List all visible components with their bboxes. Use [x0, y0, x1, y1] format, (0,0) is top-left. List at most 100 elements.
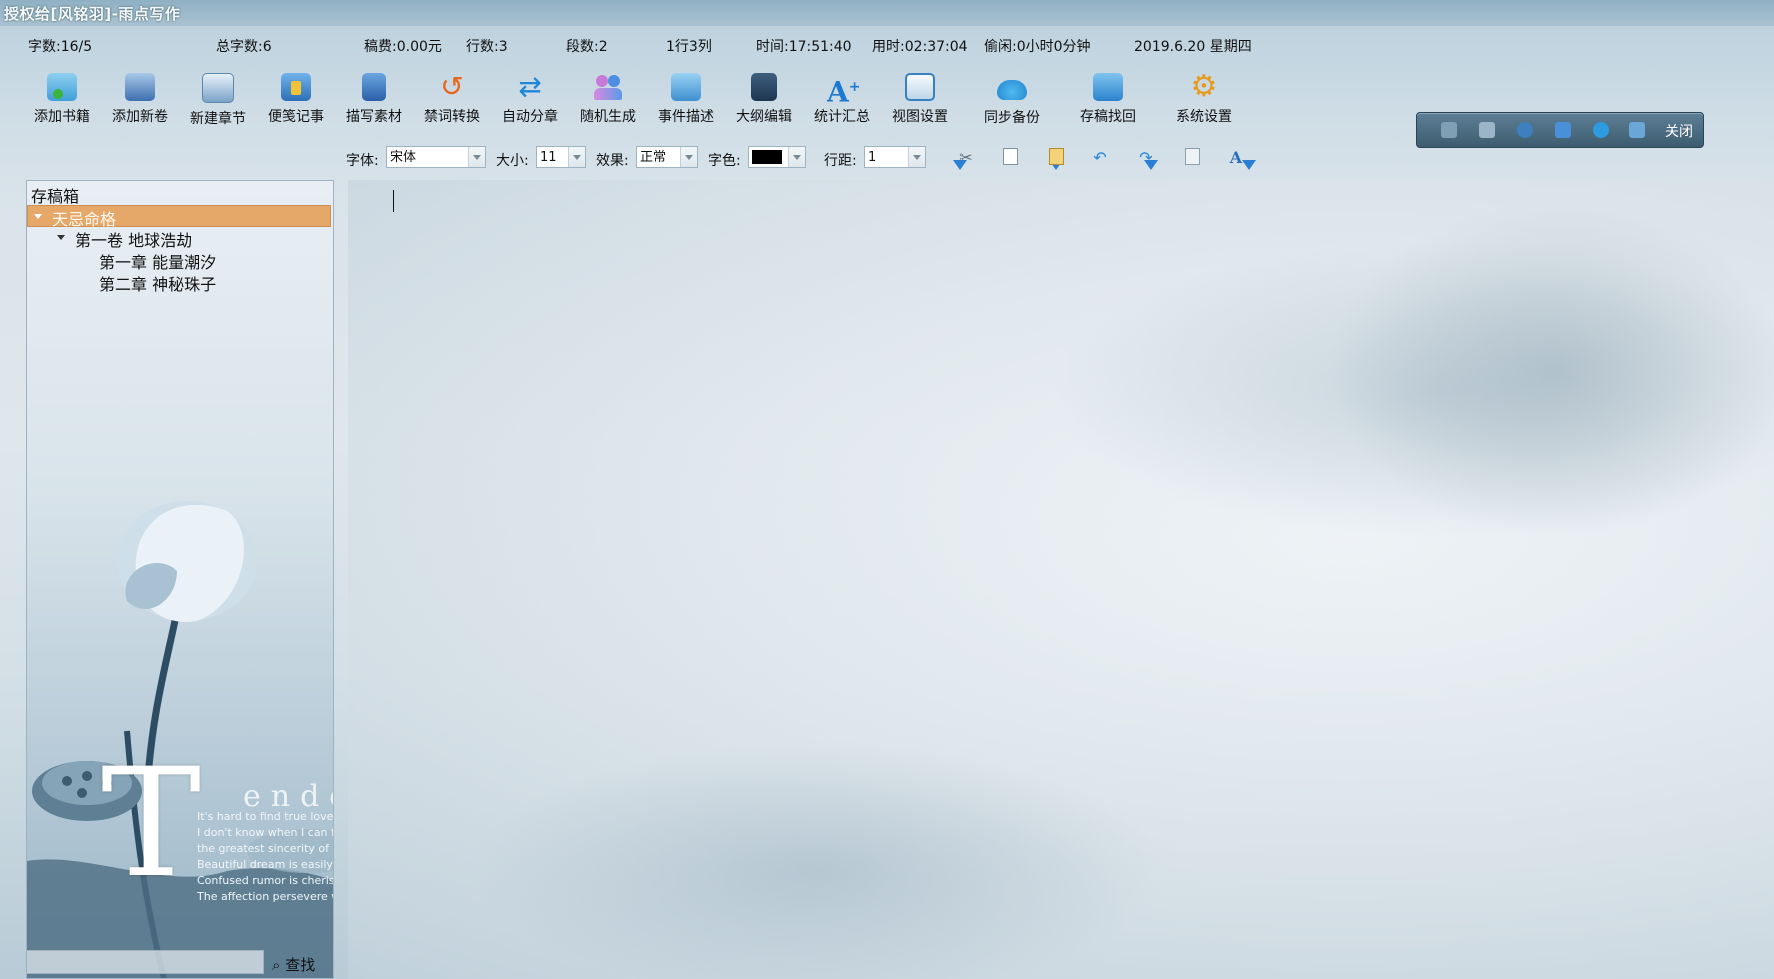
browser-icon[interactable] [1517, 122, 1533, 138]
undo-icon[interactable]: ↶ [1090, 148, 1110, 168]
sync-arrows-icon: ⇄ [518, 70, 542, 103]
chevron-down-icon [680, 147, 697, 167]
font-label: 字体: [346, 153, 379, 169]
gear-icon: ⚙ [1190, 69, 1218, 104]
search-button[interactable]: ⌕ 查找 [272, 954, 315, 975]
chevron-down-icon [568, 147, 585, 167]
settings-circle-icon[interactable] [1593, 122, 1609, 138]
auto-split-chapter-button[interactable]: ⇄ 自动分章 [494, 70, 566, 130]
size-select[interactable]: 11 [536, 146, 586, 168]
search-icon: ⌕ [272, 956, 281, 974]
chapter-title: 第一章 能量潮汐 [99, 253, 217, 272]
spacing-value: 1 [868, 150, 877, 165]
font-select[interactable]: 宋体 [386, 146, 486, 168]
poem-line: Confused rumor is cherished more. [197, 874, 334, 887]
outline-edit-button[interactable]: 大纲编辑 [728, 70, 800, 130]
add-volume-button[interactable]: 添加新卷 [104, 70, 176, 130]
document-format-icon[interactable] [1182, 148, 1202, 168]
new-chapter-icon [202, 73, 234, 103]
text-cursor [393, 190, 394, 212]
effect-select[interactable]: 正常 [636, 146, 698, 168]
volume-add-icon [125, 73, 155, 101]
add-book-button[interactable]: 添加书籍 [26, 70, 98, 130]
color-swatch [752, 150, 782, 164]
statistics-button[interactable]: A+ 统计汇总 [806, 70, 878, 130]
format-toolbar: 字体: 宋体 大小: 11 效果: 正常 字色: 行距: 1 ✂ ↶ ↷ A [340, 146, 1260, 172]
word-count: 字数:16/5 [28, 39, 93, 55]
lock-icon[interactable] [1629, 122, 1645, 138]
outline-book-icon [751, 73, 777, 101]
font-stats-icon: A+ [827, 75, 861, 109]
tree-item-book[interactable]: 天忌命格 [27, 205, 331, 229]
poem-line: the greatest sincerity of love in the vi… [197, 842, 333, 855]
description-material-button[interactable]: 描写素材 [338, 70, 410, 130]
cloud-sync-icon [997, 80, 1027, 100]
poem-line: The affection persevere with painfully a… [197, 890, 333, 903]
font-style-icon[interactable]: A [1226, 148, 1246, 168]
date: 2019.6.20 星期四 [1134, 39, 1252, 55]
line-spacing-select[interactable]: 1 [864, 146, 926, 168]
color-label: 字色: [708, 153, 741, 169]
sync-backup-button[interactable]: 同步备份 [976, 70, 1048, 130]
size-value: 11 [540, 150, 557, 165]
music-icon[interactable] [1555, 122, 1571, 138]
fee: 稿费:0.00元 [364, 39, 442, 55]
background-trees [1328, 200, 1774, 540]
view-window-icon [905, 73, 935, 101]
notepad-icon [281, 73, 311, 101]
chevron-down-icon [788, 147, 805, 167]
search-input[interactable] [26, 950, 264, 974]
font-value: 宋体 [390, 150, 417, 165]
poem-line: Beautiful dream is easily broken. [197, 858, 333, 871]
undo-arrow-icon: ↺ [440, 70, 464, 103]
size-label: 大小: [496, 153, 529, 169]
line-count: 行数:3 [466, 39, 508, 55]
status-bar: 字数:16/5 总字数:6 稿费:0.00元 行数:3 段数:2 1行3列 时间… [0, 36, 1774, 58]
volume-icon[interactable] [1441, 122, 1457, 138]
copy-icon[interactable] [1000, 148, 1020, 168]
close-button[interactable]: 关闭 [1665, 121, 1693, 141]
document-icon[interactable] [1479, 122, 1495, 138]
event-description-button[interactable]: 事件描述 [650, 70, 722, 130]
event-folder-icon [671, 73, 701, 101]
recover-draft-button[interactable]: 存稿找回 [1072, 70, 1144, 130]
folder-add-icon [47, 73, 77, 101]
paragraph-count: 段数:2 [566, 39, 608, 55]
recover-folder-icon [1093, 73, 1123, 101]
material-book-icon [362, 73, 386, 101]
spacing-label: 行距: [824, 153, 857, 169]
view-settings-button[interactable]: 视图设置 [884, 70, 956, 130]
title-bar: 授权给[风铭羽]-雨点写作 [0, 0, 1774, 26]
volume-title: 第一卷 地球浩劫 [75, 231, 193, 250]
tree-item-volume[interactable]: 第一卷 地球浩劫 [27, 227, 331, 250]
banned-word-convert-button[interactable]: ↺ 禁词转换 [416, 70, 488, 130]
new-chapter-button[interactable]: 新建章节 [182, 70, 254, 130]
artwork-letter: T [101, 737, 202, 911]
font-color-picker[interactable] [748, 146, 806, 168]
idle-time: 偷闲:0小时0分钟 [984, 39, 1091, 55]
paste-icon[interactable] [1046, 148, 1066, 168]
artwork-poem: It's hard to find true love. I don't kno… [197, 809, 334, 905]
system-settings-button[interactable]: ⚙ 系统设置 [1168, 70, 1240, 130]
expand-arrow-icon[interactable] [34, 214, 42, 219]
cut-icon[interactable]: ✂ [956, 148, 976, 168]
chevron-down-icon [468, 147, 485, 167]
tree-item-chapter[interactable]: 第一章 能量潮汐 [27, 249, 331, 272]
text-editor[interactable] [348, 180, 1774, 979]
expand-arrow-icon[interactable] [57, 235, 65, 240]
people-icon [593, 73, 623, 101]
total-words: 总字数:6 [216, 39, 272, 55]
tree-item-chapter[interactable]: 第二章 神秘珠子 [27, 271, 331, 294]
effect-label: 效果: [596, 153, 629, 169]
effect-value: 正常 [640, 150, 667, 165]
background-lotus-leaves [468, 740, 1168, 979]
draft-box-panel: T ender It's hard to find true love. I d… [26, 180, 334, 979]
redo-icon[interactable]: ↷ [1136, 148, 1156, 168]
notepad-button[interactable]: 便笺记事 [260, 70, 332, 130]
draft-box-header: 存稿箱 [31, 187, 80, 206]
quick-access-bar: 关闭 [1416, 112, 1704, 148]
poem-line: It's hard to find true love. [197, 810, 334, 823]
random-generate-button[interactable]: 随机生成 [572, 70, 644, 130]
search-label: 查找 [285, 956, 316, 974]
chapter-title: 第二章 神秘珠子 [99, 275, 217, 294]
